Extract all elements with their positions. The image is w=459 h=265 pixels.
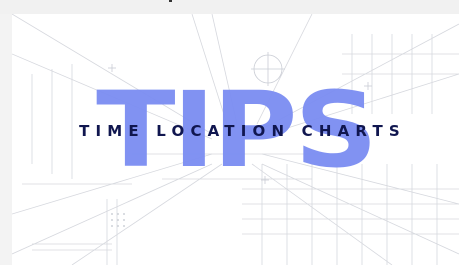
- subtitle-time-location-charts: TIME LOCATION CHARTS: [79, 122, 406, 140]
- tips-banner: TIPS TIME LOCATION CHARTS: [0, 0, 459, 265]
- top-mark: [169, 0, 172, 2]
- banner-panel: TIPS TIME LOCATION CHARTS: [12, 14, 459, 265]
- top-strip: [0, 0, 459, 14]
